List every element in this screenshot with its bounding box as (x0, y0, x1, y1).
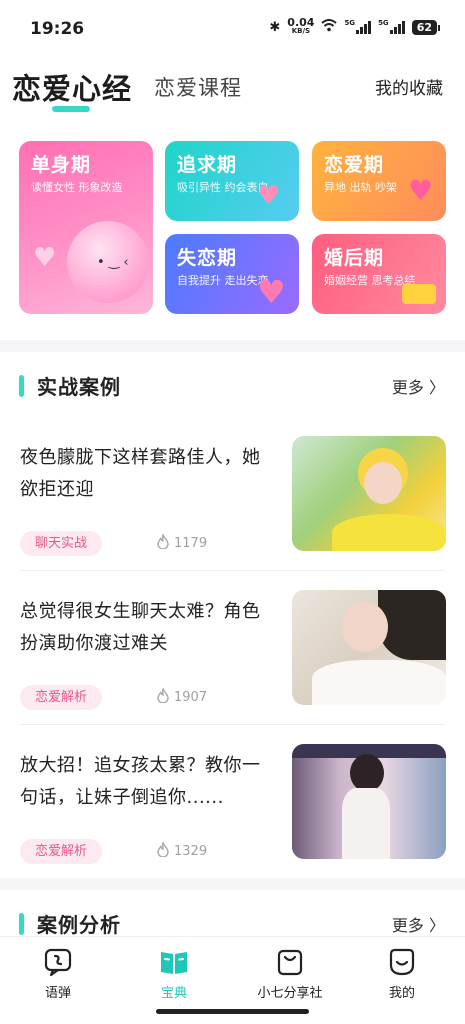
nav-label: 宝典 (160, 986, 187, 1001)
bluetooth-icon: ✱ (269, 19, 281, 35)
flame-icon (156, 687, 170, 707)
section-divider (0, 340, 465, 352)
network-speed: 0.04 KB/S (287, 16, 315, 35)
section-practice-header: 实战案例 更多 〉 (0, 368, 465, 408)
article-thumbnail (292, 744, 446, 859)
section-title: 案例分析 (37, 913, 121, 937)
flame-icon (156, 841, 170, 861)
category-card-married[interactable]: 婚后期 婚姻经营 思考总结 (312, 234, 446, 314)
category-card-love[interactable]: 恋爱期 异地 出轨 吵架 ♥ (312, 141, 446, 221)
article-title: 总觉得很女生聊天太难？角色扮演助你渡过难关 (20, 601, 261, 654)
tab-love-tips[interactable]: 恋爱心经 (12, 66, 132, 108)
nav-item-yudan[interactable]: 语弹 (13, 947, 103, 1001)
section-accent-bar (19, 375, 24, 397)
article-thumbnail (292, 590, 446, 705)
status-icons: ✱ 0.04 KB/S 5G 5G 62 (269, 16, 441, 36)
list-divider (20, 570, 445, 571)
category-card-single[interactable]: 单身期 读懂女性 形象改造 ♥ • ‿ ‹ (19, 141, 153, 314)
category-subtitle: 异地 出轨 吵架 (324, 181, 397, 194)
nav-item-share-club[interactable]: 小七分享社 (245, 947, 335, 1001)
wifi-icon (321, 19, 338, 35)
hand-heart-icon: ♥ (257, 181, 281, 211)
section-title: 实战案例 (37, 375, 121, 399)
article-item[interactable]: 夜色朦胧下这样套路佳人，她欲拒还迎 聊天实战 1179 (0, 436, 465, 590)
article-thumbnail (292, 436, 446, 551)
article-item[interactable]: 总觉得很女生聊天太难？角色扮演助你渡过难关 恋爱解析 1907 (0, 590, 465, 744)
category-title: 失恋期 (177, 247, 238, 269)
nav-item-baodian[interactable]: 宝典 (129, 947, 219, 1001)
mascot-eyes: • ‿ ‹ (97, 255, 129, 270)
status-bar: 19:26 ✱ 0.04 KB/S 5G 5G 62 (0, 0, 465, 58)
gift-heart-icon: ♥ (408, 174, 434, 207)
broken-heart-icon: ♥ (257, 273, 286, 311)
article-title: 放大招！追女孩太累？教你一句话，让妹子倒追你...... (20, 755, 261, 808)
category-subtitle: 读懂女性 形象改造 (31, 181, 123, 194)
sofa-icon (402, 284, 436, 304)
article-tag: 恋爱解析 (20, 839, 103, 864)
article-title: 夜色朦胧下这样套路佳人，她欲拒还迎 (20, 447, 261, 500)
chat-icon (43, 947, 73, 977)
signal-sim1-icon: 5G (344, 20, 372, 34)
face-icon (387, 947, 417, 977)
status-time: 19:26 (30, 19, 85, 39)
category-card-chase[interactable]: 追求期 吸引异性 约会表白 ♥ (165, 141, 299, 221)
article-tag: 聊天实战 (20, 531, 103, 556)
book-icon (159, 947, 189, 977)
battery-icon: 62 (411, 19, 441, 35)
nav-item-mine[interactable]: 我的 (357, 947, 447, 1001)
category-title: 追求期 (177, 154, 238, 176)
category-title: 婚后期 (324, 247, 385, 269)
category-card-breakup[interactable]: 失恋期 自我提升 走出失恋 ♥ (165, 234, 299, 314)
flame-icon (156, 533, 170, 553)
nav-label: 语弹 (44, 986, 71, 1001)
category-title: 单身期 (31, 154, 92, 176)
home-indicator (156, 1009, 309, 1014)
person-illustration (350, 754, 384, 792)
article-item[interactable]: 放大招！追女孩太累？教你一句话，让妹子倒追你...... 恋爱解析 1329 (0, 744, 465, 898)
category-grid: 单身期 读懂女性 形象改造 ♥ • ‿ ‹ 追求期 吸引异性 约会表白 ♥ 恋爱… (0, 141, 465, 317)
list-divider (20, 724, 445, 725)
article-views: 1179 (156, 533, 207, 553)
nav-label: 我的 (388, 986, 415, 1001)
article-views: 1329 (156, 841, 207, 861)
section-divider (0, 878, 465, 890)
heart-decoration-icon: ♥ (33, 243, 57, 273)
top-tab-bar: 恋爱心经 恋爱课程 我的收藏 (0, 62, 465, 116)
active-tab-indicator (52, 106, 90, 112)
category-subtitle: 自我提升 走出失恋 (177, 274, 269, 287)
my-favorites-link[interactable]: 我的收藏 (375, 74, 443, 99)
tab-love-courses[interactable]: 恋爱课程 (154, 72, 242, 102)
bag-icon (275, 947, 305, 977)
article-views: 1907 (156, 687, 207, 707)
more-link[interactable]: 更多 〉 (392, 912, 445, 936)
nav-label: 小七分享社 (257, 986, 323, 1001)
category-subtitle: 吸引异性 约会表白 (177, 181, 269, 194)
article-tag: 恋爱解析 (20, 685, 103, 710)
category-title: 恋爱期 (324, 154, 385, 176)
section-accent-bar (19, 913, 24, 935)
signal-sim2-icon: 5G (378, 20, 405, 34)
more-link[interactable]: 更多 〉 (392, 374, 445, 398)
person-illustration (378, 590, 446, 660)
